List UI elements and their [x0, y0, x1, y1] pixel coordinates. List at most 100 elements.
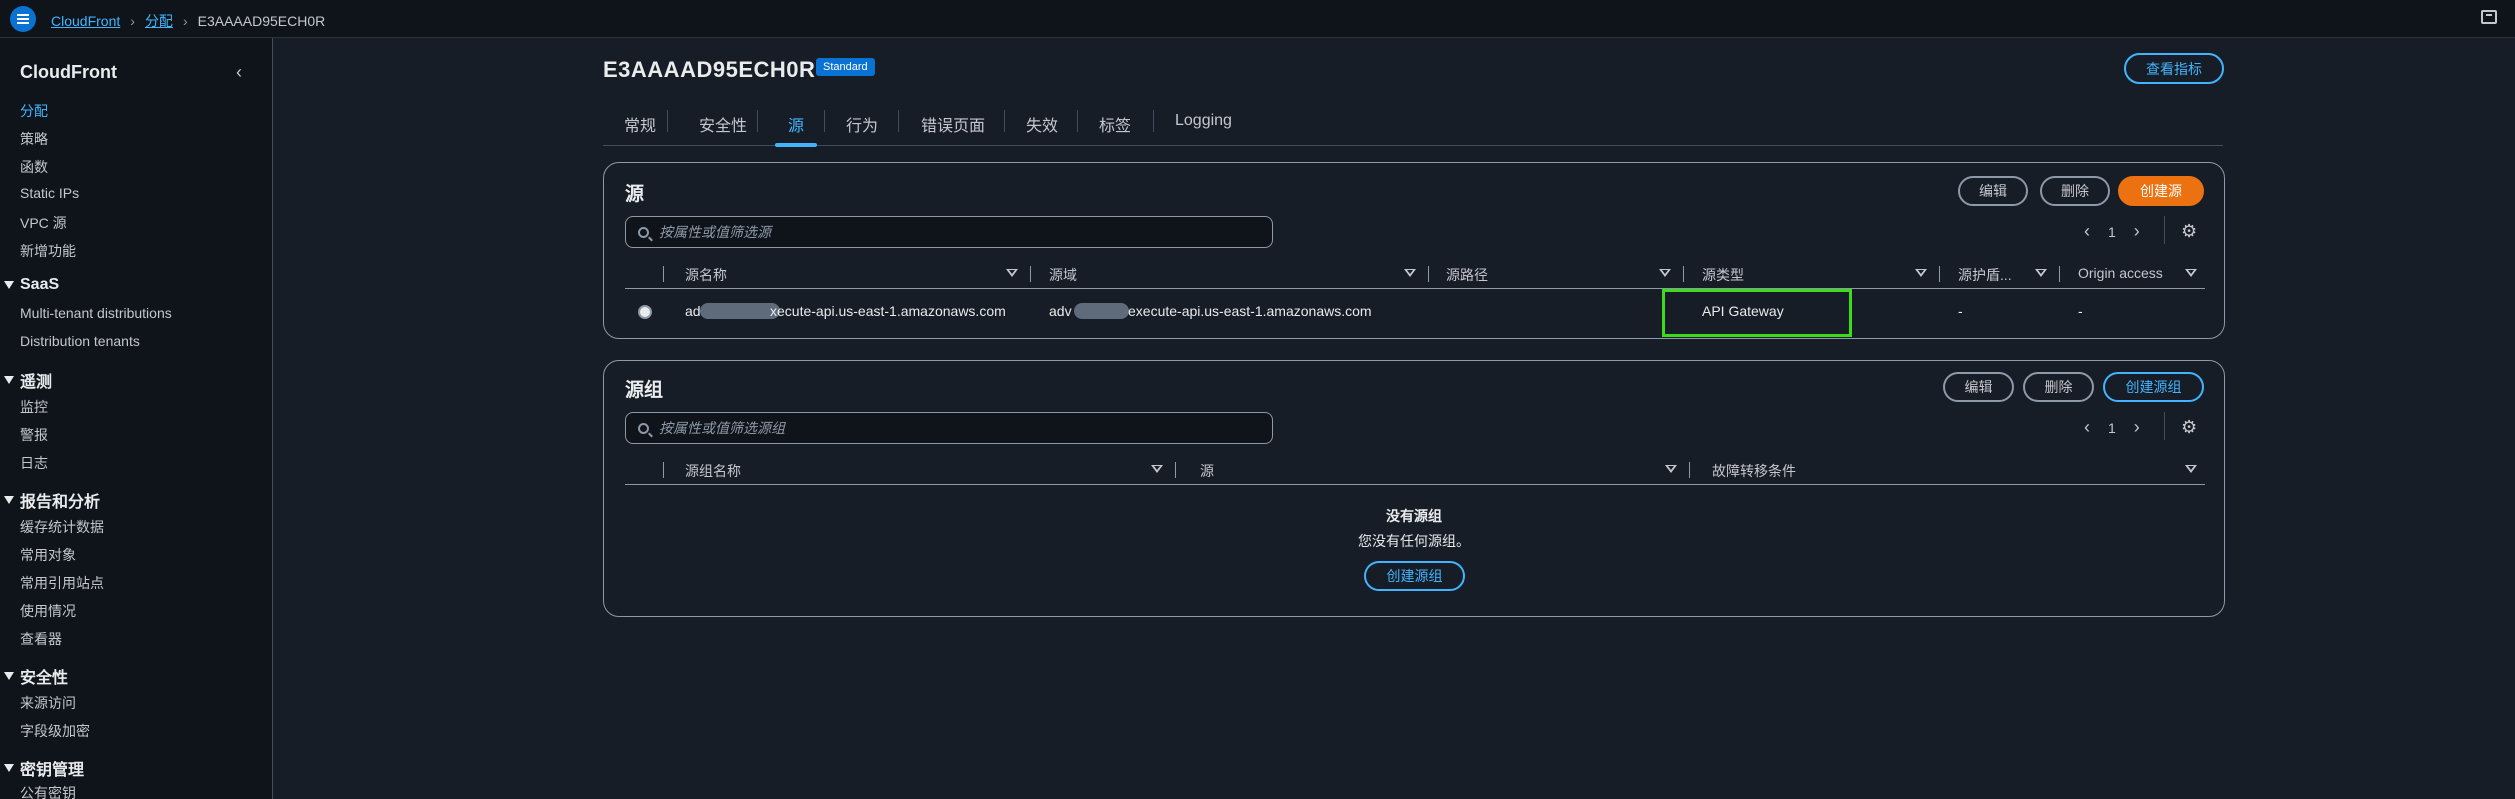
sidebar-item-usage[interactable]: 使用情况: [20, 601, 76, 621]
view-metrics-button[interactable]: 查看指标: [2124, 53, 2224, 84]
delete-origin-group-button[interactable]: 删除: [2023, 372, 2094, 402]
sort-caret-icon[interactable]: [2035, 269, 2047, 277]
sidebar-section-security[interactable]: 安全性: [4, 664, 68, 688]
col-origin-group-name[interactable]: 源组名称: [685, 461, 741, 481]
column-separator: [663, 462, 664, 478]
sidebar-item-multi-tenant[interactable]: Multi-tenant distributions: [20, 305, 172, 321]
origin-groups-search-input[interactable]: [659, 420, 1239, 436]
caret-down-icon: [4, 281, 14, 289]
origin-name-prefix: ad: [685, 303, 701, 319]
chevron-left-icon[interactable]: ‹: [2084, 417, 2090, 438]
sidebar-item-vpc-origins[interactable]: VPC 源: [20, 213, 67, 233]
origin-groups-panel-title: 源组: [625, 380, 664, 401]
sidebar-item-distribution-tenants[interactable]: Distribution tenants: [20, 333, 140, 349]
tab-behaviors[interactable]: 行为: [846, 112, 878, 146]
search-icon: [638, 422, 649, 434]
sidebar-item-static-ips[interactable]: Static IPs: [20, 185, 79, 201]
col-origin-path[interactable]: 源路径: [1446, 265, 1488, 285]
sidebar-item-public-keys[interactable]: 公有密钥: [20, 783, 76, 799]
origins-panel: 源 编辑 删除 创建源 ‹ 1 › ⚙ 源名称 源域 源路径 源类型 源护盾..…: [603, 162, 2225, 339]
sidebar-section-saas[interactable]: SaaS: [4, 276, 59, 294]
create-origin-button[interactable]: 创建源: [2118, 176, 2204, 206]
col-origin-name[interactable]: 源名称: [685, 265, 727, 285]
col-origin-type[interactable]: 源类型: [1702, 265, 1744, 285]
tab-bar: 常规 安全性 源 行为 错误页面 失效 标签 Logging: [603, 106, 2223, 147]
sidebar-item-cache-stats[interactable]: 缓存统计数据: [20, 517, 104, 537]
caret-down-icon: [4, 764, 14, 772]
origins-pagination: ‹ 1 ›: [2084, 221, 2140, 242]
menu-icon[interactable]: [10, 6, 36, 32]
sidebar-item-origin-access[interactable]: 来源访问: [20, 693, 76, 713]
sidebar-item-alarms[interactable]: 警报: [20, 425, 48, 445]
create-origin-group-button[interactable]: 创建源组: [2103, 372, 2204, 402]
col-origin-domain[interactable]: 源域: [1049, 265, 1077, 285]
breadcrumb-distributions[interactable]: 分配: [145, 11, 173, 31]
collapse-sidebar-icon[interactable]: ‹: [236, 62, 242, 83]
sort-caret-icon[interactable]: [1151, 465, 1163, 473]
tab-logging[interactable]: Logging: [1175, 112, 1232, 146]
edit-origin-group-button[interactable]: 编辑: [1943, 372, 2014, 402]
column-separator: [1030, 266, 1031, 282]
row-select-radio[interactable]: [638, 305, 652, 319]
col-origins[interactable]: 源: [1200, 461, 1214, 481]
empty-create-origin-group-button[interactable]: 创建源组: [1364, 561, 1465, 591]
sidebar-item-monitoring[interactable]: 监控: [20, 397, 48, 417]
edit-origin-button[interactable]: 编辑: [1958, 176, 2028, 206]
origins-search-field[interactable]: [625, 216, 1273, 248]
breadcrumb-current: E3AAAAD95ECH0R: [197, 13, 326, 29]
page-number[interactable]: 1: [2108, 420, 2116, 436]
settings-gear-icon[interactable]: ⚙: [2181, 222, 2199, 240]
sidebar-item-distributions[interactable]: 分配: [20, 101, 48, 121]
origin-access-value: -: [2078, 303, 2083, 319]
sidebar-item-popular-objects[interactable]: 常用对象: [20, 545, 76, 565]
origin-domain-suffix: execute-api.us-east-1.amazonaws.com: [1128, 303, 1372, 319]
sidebar-item-viewers[interactable]: 查看器: [20, 629, 62, 649]
standard-badge: Standard: [816, 58, 875, 76]
sort-caret-icon[interactable]: [2185, 465, 2197, 473]
tab-general[interactable]: 常规: [624, 112, 656, 146]
tab-error-pages[interactable]: 错误页面: [921, 112, 985, 146]
sidebar-item-whats-new[interactable]: 新增功能: [20, 241, 76, 261]
sidebar-section-telemetry[interactable]: 遥测: [4, 368, 52, 392]
breadcrumb-cloudfront[interactable]: CloudFront: [51, 13, 120, 29]
sidebar: CloudFront ‹ 分配 策略 函数 Static IPs VPC 源 新…: [0, 38, 273, 799]
origin-type-value: API Gateway: [1702, 303, 1784, 319]
col-failover-criteria[interactable]: 故障转移条件: [1712, 461, 1796, 481]
origin-groups-pagination: ‹ 1 ›: [2084, 417, 2140, 438]
chevron-left-icon[interactable]: ‹: [2084, 221, 2090, 242]
chevron-right-icon[interactable]: ›: [2134, 221, 2140, 242]
tab-security[interactable]: 安全性: [699, 112, 747, 146]
sort-caret-icon[interactable]: [2185, 269, 2197, 277]
caret-down-icon: [4, 672, 14, 680]
tab-divider: [667, 110, 668, 132]
column-separator: [1683, 266, 1684, 282]
sort-caret-icon[interactable]: [1006, 269, 1018, 277]
sidebar-item-top-referrers[interactable]: 常用引用站点: [20, 573, 104, 593]
sidebar-item-field-level-encryption[interactable]: 字段级加密: [20, 721, 90, 741]
column-separator: [1428, 266, 1429, 282]
sidebar-item-policies[interactable]: 策略: [20, 129, 48, 149]
sort-caret-icon[interactable]: [1915, 269, 1927, 277]
col-origin-shield[interactable]: 源护盾...: [1958, 265, 2012, 285]
delete-origin-button[interactable]: 删除: [2040, 176, 2110, 206]
sidebar-item-logs[interactable]: 日志: [20, 453, 48, 473]
origins-search-input[interactable]: [659, 224, 1239, 240]
origin-groups-search-field[interactable]: [625, 412, 1273, 444]
redacted-text: [1074, 303, 1129, 319]
sort-caret-icon[interactable]: [1404, 269, 1416, 277]
feedback-icon[interactable]: [2481, 10, 2497, 24]
sort-caret-icon[interactable]: [1665, 465, 1677, 473]
chevron-right-icon[interactable]: ›: [2134, 417, 2140, 438]
page-number[interactable]: 1: [2108, 224, 2116, 240]
settings-gear-icon[interactable]: ⚙: [2181, 418, 2199, 436]
sort-caret-icon[interactable]: [1659, 269, 1671, 277]
column-separator: [1689, 462, 1690, 478]
tab-invalidations[interactable]: 失效: [1026, 112, 1058, 146]
col-origin-access[interactable]: Origin access: [2078, 265, 2163, 281]
sidebar-section-reports[interactable]: 报告和分析: [4, 488, 100, 512]
tab-origins[interactable]: 源: [774, 112, 818, 147]
sidebar-item-functions[interactable]: 函数: [20, 157, 48, 177]
top-navigation-bar: CloudFront › 分配 › E3AAAAD95ECH0R: [0, 0, 2515, 38]
tab-tags[interactable]: 标签: [1099, 112, 1131, 146]
sidebar-section-key-management[interactable]: 密钥管理: [4, 756, 84, 780]
